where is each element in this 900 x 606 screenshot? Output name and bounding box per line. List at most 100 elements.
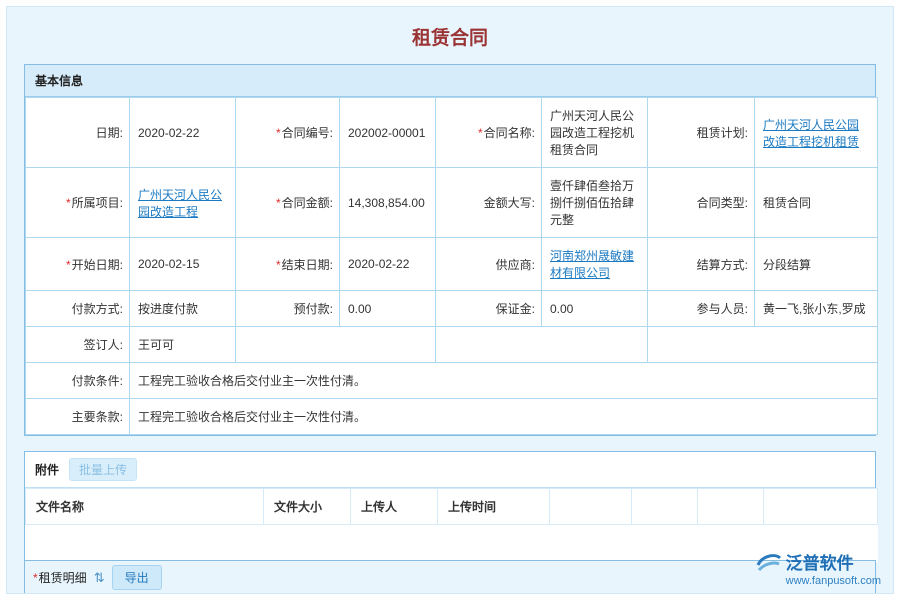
project-link[interactable]: 广州天河人民公园改造工程 <box>138 188 222 219</box>
basic-row-2: *所属项目: 广州天河人民公园改造工程 *合同金额: 14,308,854.00… <box>26 168 878 238</box>
required-marker: * <box>276 258 281 272</box>
lease-detail-bar: *租赁明细 ⇅ 导出 <box>24 560 876 593</box>
participants-value: 黄一飞,张小东,罗成 <box>755 291 878 327</box>
batch-upload-button[interactable]: 批量上传 <box>69 458 137 481</box>
advance-payment-label: 预付款: <box>236 291 340 327</box>
required-marker: * <box>276 196 281 210</box>
brand-logo-top: 泛普软件 <box>756 549 881 574</box>
end-date-value: 2020-02-22 <box>340 238 436 291</box>
supplier-label-text: 供应商: <box>496 258 535 272</box>
date-label-text: 日期: <box>96 126 123 140</box>
contract-amount-label: *合同金额: <box>236 168 340 238</box>
col-extra-1 <box>550 489 632 525</box>
main-clauses-value: 工程完工验收合格后交付业主一次性付清。 <box>130 399 878 435</box>
deposit-value: 0.00 <box>542 291 648 327</box>
required-marker: * <box>276 126 281 140</box>
payment-terms-value: 工程完工验收合格后交付业主一次性付清。 <box>130 363 878 399</box>
required-marker: * <box>66 196 71 210</box>
contract-no-label: *合同编号: <box>236 98 340 168</box>
contract-name-label: *合同名称: <box>436 98 542 168</box>
basic-row-3: *开始日期: 2020-02-15 *结束日期: 2020-02-22 供应商:… <box>26 238 878 291</box>
contract-type-label: 合同类型: <box>648 168 755 238</box>
project-label: *所属项目: <box>26 168 130 238</box>
amount-in-words-label: 金额大写: <box>436 168 542 238</box>
basic-info-panel: 基本信息 日期: 2020-02-22 *合同编号: 202002-00001 … <box>24 64 876 436</box>
signer-label: 签订人: <box>26 327 130 363</box>
payment-terms-label: 付款条件: <box>26 363 130 399</box>
project-cell: 广州天河人民公园改造工程 <box>130 168 236 238</box>
attachments-table: 文件名称 文件大小 上传人 上传时间 <box>25 488 878 563</box>
contract-type-value: 租赁合同 <box>755 168 878 238</box>
start-date-label: *开始日期: <box>26 238 130 291</box>
required-marker: * <box>33 571 38 585</box>
end-date-label-text: 结束日期: <box>282 258 333 272</box>
brand-logo: 泛普软件 www.fanpusoft.com <box>756 549 881 587</box>
col-file-name: 文件名称 <box>26 489 264 525</box>
date-label: 日期: <box>26 98 130 168</box>
sort-icon[interactable]: ⇅ <box>94 571 105 584</box>
empty-cell <box>648 327 878 363</box>
basic-info-section-header: 基本信息 <box>25 65 875 97</box>
contract-type-label-text: 合同类型: <box>697 196 748 210</box>
page-container: 租赁合同 基本信息 日期: 2020-02-22 *合同编号: 202002-0… <box>6 6 894 594</box>
empty-cell <box>236 327 436 363</box>
signer-label-text: 签订人: <box>84 338 123 352</box>
amount-in-words-value: 壹仟肆佰叁拾万捌仟捌佰伍拾肆元整 <box>542 168 648 238</box>
attachments-empty-row <box>26 525 878 563</box>
contract-amount-value: 14,308,854.00 <box>340 168 436 238</box>
participants-label-text: 参与人员: <box>697 302 748 316</box>
payment-method-label: 付款方式: <box>26 291 130 327</box>
brand-url: www.fanpusoft.com <box>756 575 881 587</box>
required-marker: * <box>66 258 71 272</box>
supplier-cell: 河南郑州晟敏建材有限公司 <box>542 238 648 291</box>
settlement-method-label: 结算方式: <box>648 238 755 291</box>
attachments-header-bar: 附件 批量上传 <box>25 452 875 488</box>
col-file-size: 文件大小 <box>264 489 351 525</box>
contract-name-value: 广州天河人民公园改造工程挖机租赁合同 <box>542 98 648 168</box>
basic-row-7: 主要条款: 工程完工验收合格后交付业主一次性付清。 <box>26 399 878 435</box>
main-clauses-label: 主要条款: <box>26 399 130 435</box>
col-uploader: 上传人 <box>351 489 438 525</box>
lease-detail-label-text: 租赁明细 <box>39 571 87 585</box>
payment-terms-label-text: 付款条件: <box>72 374 123 388</box>
required-marker: * <box>478 126 483 140</box>
payment-method-label-text: 付款方式: <box>72 302 123 316</box>
attachments-panel: 附件 批量上传 文件名称 文件大小 上传人 上传时间 <box>24 451 876 564</box>
col-extra-4 <box>764 489 878 525</box>
lease-plan-link[interactable]: 广州天河人民公园改造工程挖机租赁 <box>763 118 859 149</box>
basic-info-table: 日期: 2020-02-22 *合同编号: 202002-00001 *合同名称… <box>25 97 878 435</box>
basic-row-1: 日期: 2020-02-22 *合同编号: 202002-00001 *合同名称… <box>26 98 878 168</box>
lease-plan-label: 租赁计划: <box>648 98 755 168</box>
basic-row-5: 签订人: 王可可 <box>26 327 878 363</box>
settlement-method-label-text: 结算方式: <box>697 258 748 272</box>
basic-row-4: 付款方式: 按进度付款 预付款: 0.00 保证金: 0.00 参与人员: 黄一… <box>26 291 878 327</box>
col-extra-2 <box>632 489 698 525</box>
deposit-label-text: 保证金: <box>496 302 535 316</box>
supplier-link[interactable]: 河南郑州晟敏建材有限公司 <box>550 249 634 280</box>
contract-no-label-text: 合同编号: <box>282 126 333 140</box>
signer-value: 王可可 <box>130 327 236 363</box>
end-date-label: *结束日期: <box>236 238 340 291</box>
page-title: 租赁合同 <box>7 23 893 50</box>
empty-cell <box>436 327 648 363</box>
export-button[interactable]: 导出 <box>112 565 162 590</box>
contract-no-value: 202002-00001 <box>340 98 436 168</box>
date-value: 2020-02-22 <box>130 98 236 168</box>
lease-detail-label: *租赁明细 <box>33 569 87 586</box>
basic-row-6: 付款条件: 工程完工验收合格后交付业主一次性付清。 <box>26 363 878 399</box>
attachments-empty-cell <box>26 525 878 563</box>
deposit-label: 保证金: <box>436 291 542 327</box>
start-date-value: 2020-02-15 <box>130 238 236 291</box>
col-upload-time: 上传时间 <box>438 489 550 525</box>
attachments-section-title: 附件 <box>35 461 59 478</box>
col-extra-3 <box>698 489 764 525</box>
main-clauses-label-text: 主要条款: <box>72 410 123 424</box>
amount-in-words-label-text: 金额大写: <box>484 196 535 210</box>
advance-payment-label-text: 预付款: <box>294 302 333 316</box>
supplier-label: 供应商: <box>436 238 542 291</box>
lease-plan-cell: 广州天河人民公园改造工程挖机租赁 <box>755 98 878 168</box>
settlement-method-value: 分段结算 <box>755 238 878 291</box>
attachments-header-row: 文件名称 文件大小 上传人 上传时间 <box>26 489 878 525</box>
brand-name: 泛普软件 <box>786 549 854 574</box>
contract-amount-label-text: 合同金额: <box>282 196 333 210</box>
